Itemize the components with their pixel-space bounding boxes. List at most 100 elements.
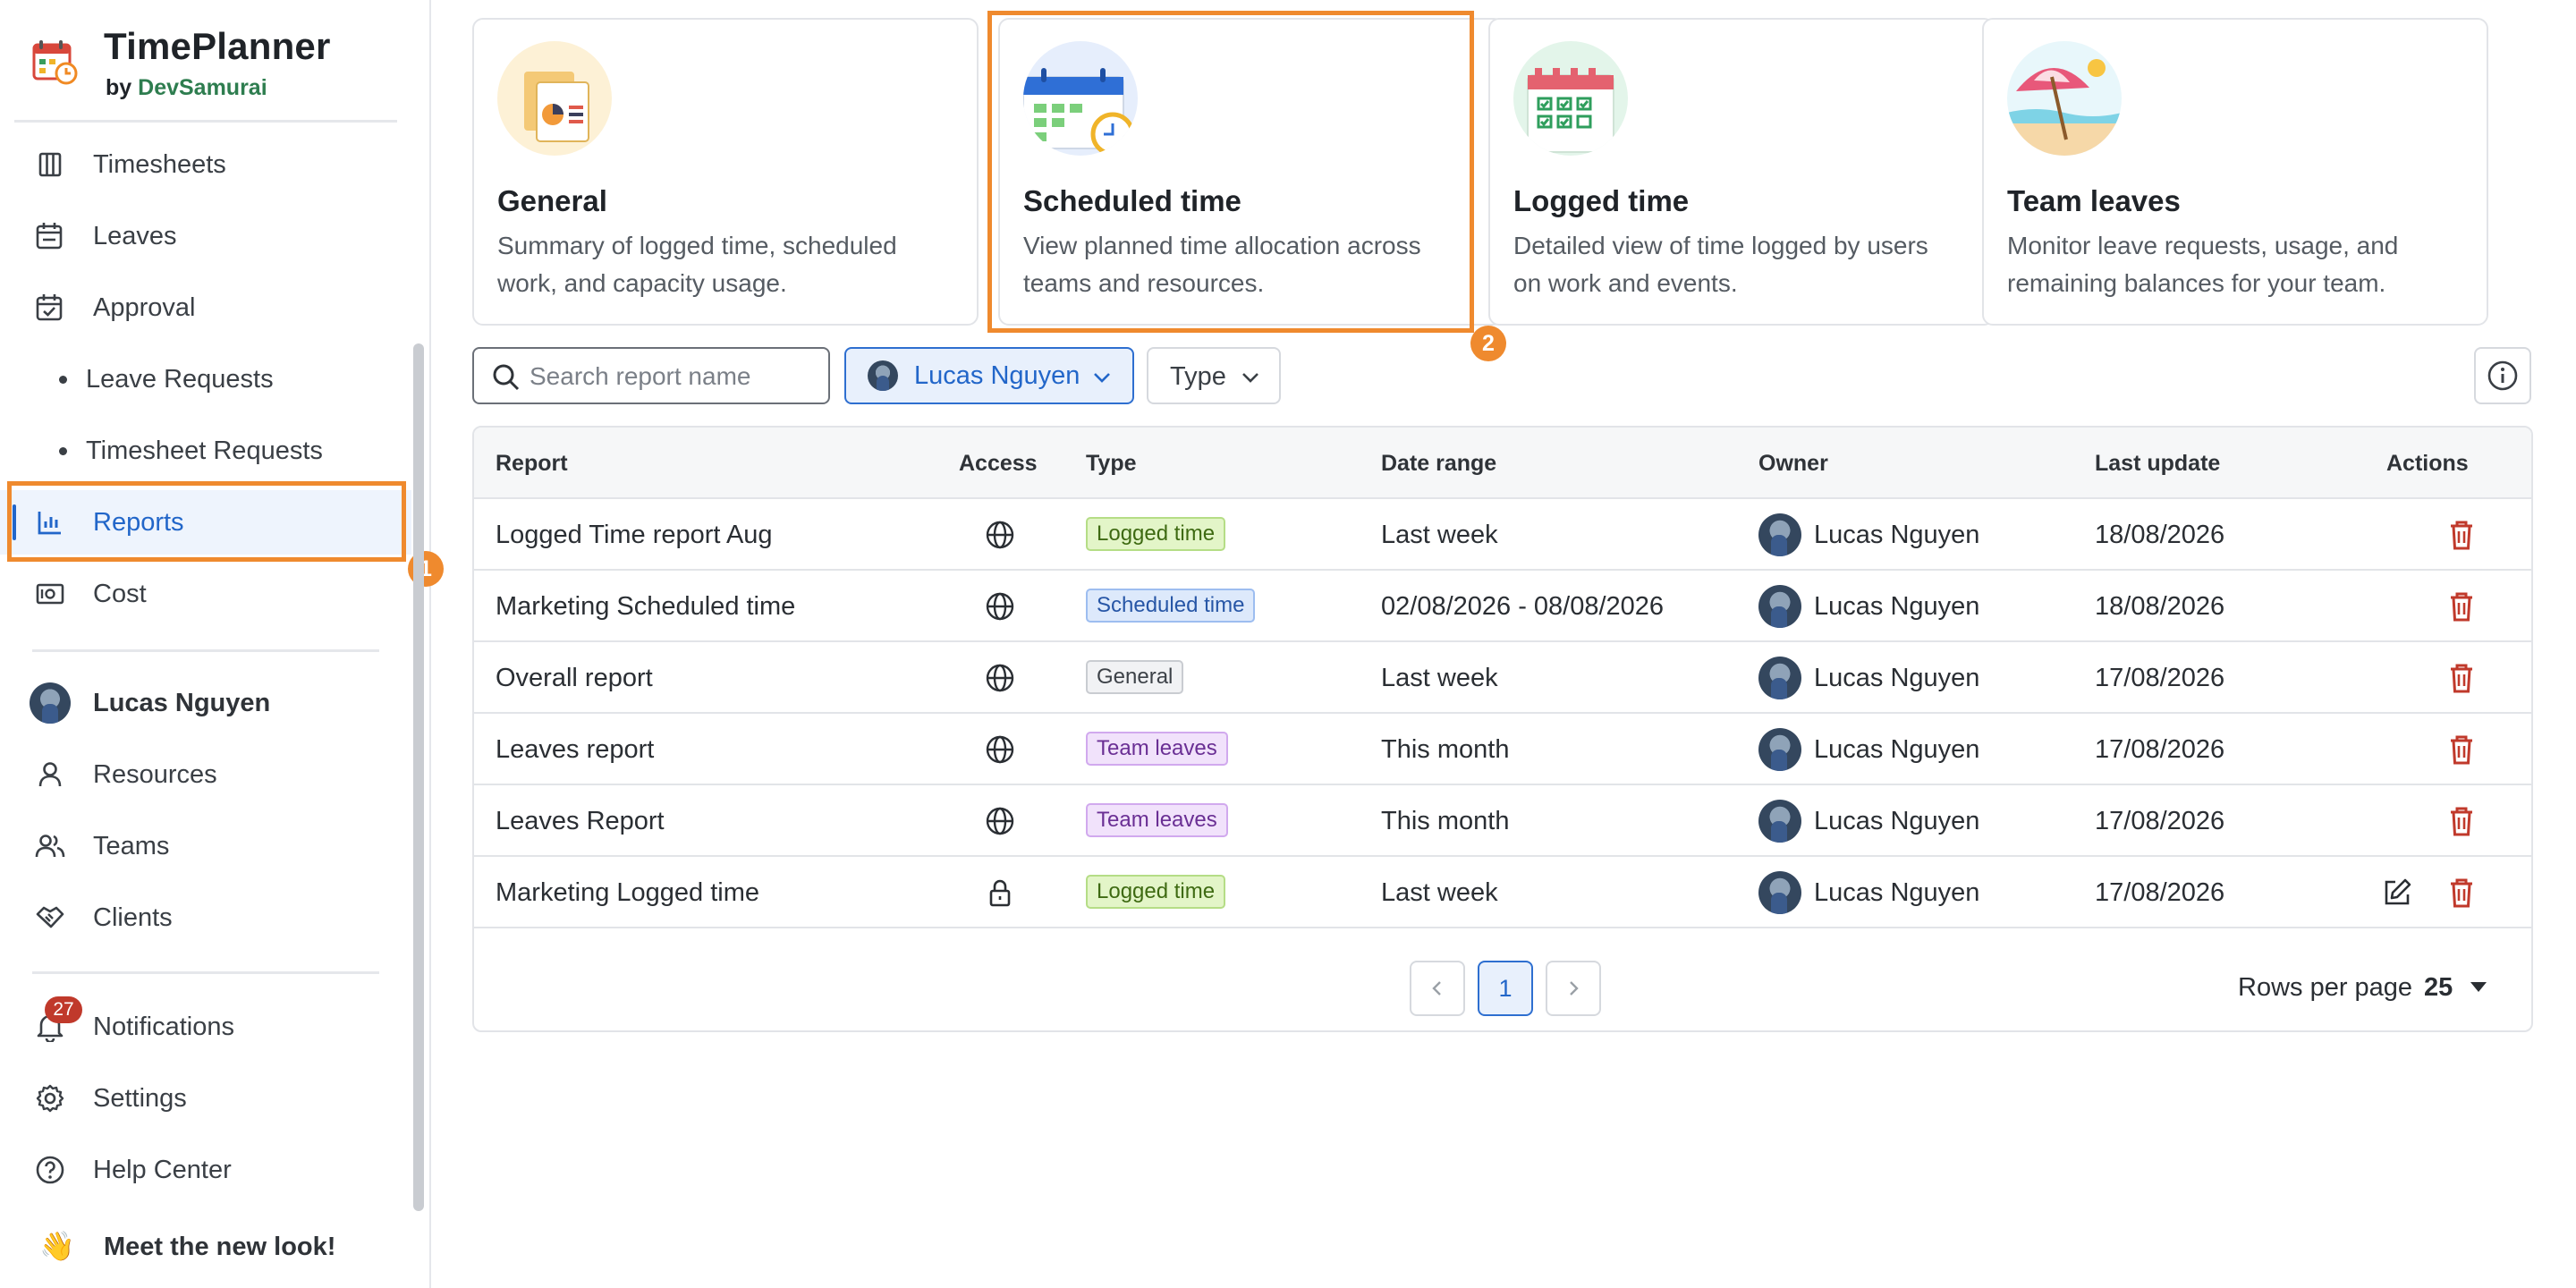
edit-icon[interactable]	[2381, 877, 2413, 909]
globe-icon	[986, 735, 1014, 764]
report-name[interactable]: Leaves Report	[496, 807, 665, 836]
sidebar-item-cost[interactable]: Cost	[0, 562, 411, 626]
date-range: Last week	[1381, 521, 1498, 549]
app-byline: by DevSamurai	[106, 75, 267, 100]
table-header: Report Access Type Date range Owner Last…	[474, 428, 2531, 499]
chevron-right-icon	[1570, 981, 1579, 996]
next-page-button[interactable]	[1546, 961, 1601, 1016]
owner: Lucas Nguyen	[1758, 657, 1979, 699]
report-name[interactable]: Marketing Scheduled time	[496, 592, 795, 622]
type-tag: Team leaves	[1086, 803, 1228, 837]
info-button[interactable]	[2474, 347, 2531, 404]
users-icon	[32, 828, 68, 864]
calendar-check-icon	[32, 290, 68, 326]
sidebar-item-clients[interactable]: Clients	[0, 886, 411, 950]
trash-icon[interactable]	[2445, 660, 2478, 696]
sidebar-item-help-center[interactable]: Help Center	[0, 1138, 411, 1202]
avatar	[1758, 585, 1801, 628]
divider	[14, 120, 397, 123]
card-general[interactable]: General Summary of logged time, schedule…	[472, 18, 979, 326]
type-tag: Logged time	[1086, 517, 1226, 551]
caret-down-icon[interactable]	[2470, 982, 2487, 992]
table-row[interactable]: Marketing Scheduled time Scheduled time …	[474, 571, 2531, 642]
avatar	[1758, 657, 1801, 699]
search-input[interactable]	[530, 360, 816, 394]
notification-count-badge: 27	[45, 996, 82, 1023]
prev-page-button[interactable]	[1410, 961, 1465, 1016]
owner: Lucas Nguyen	[1758, 800, 1979, 843]
sidebar-user[interactable]: Lucas Nguyen	[0, 671, 411, 735]
column-header-type[interactable]: Type	[1086, 451, 1137, 477]
trash-icon[interactable]	[2445, 517, 2478, 553]
owner: Lucas Nguyen	[1758, 871, 1979, 914]
search-box[interactable]	[472, 347, 830, 404]
table-row[interactable]: Leaves Report Team leaves This month Luc…	[474, 785, 2531, 857]
sidebar-item-leave-requests[interactable]: Leave Requests	[0, 347, 411, 411]
brand[interactable]: TimePlanner by DevSamurai	[30, 25, 331, 101]
last-update: 17/08/2026	[2095, 878, 2225, 907]
annotation-marker-2: 2	[1470, 326, 1506, 361]
trash-icon[interactable]	[2445, 875, 2478, 911]
app-title: TimePlanner	[104, 25, 331, 67]
banknote-icon	[32, 576, 68, 612]
meet-new-look[interactable]: 👋 Meet the new look!	[0, 1216, 411, 1279]
last-update: 18/08/2026	[2095, 592, 2225, 621]
sidebar-scrollbar[interactable]	[413, 343, 424, 1211]
timesheet-columns-icon	[32, 147, 68, 182]
page-button-current[interactable]: 1	[1478, 961, 1533, 1016]
column-header-report[interactable]: Report	[496, 451, 568, 477]
globe-icon	[986, 521, 1014, 549]
date-range: Last week	[1381, 664, 1498, 692]
column-header-actions: Actions	[2386, 451, 2469, 476]
rows-per-page-select[interactable]: 25	[2424, 973, 2453, 1003]
sidebar-item-settings[interactable]: Settings	[0, 1066, 411, 1131]
trash-icon[interactable]	[2445, 803, 2478, 839]
table-row[interactable]: Marketing Logged time Logged time Last w…	[474, 857, 2531, 928]
logged-calendar-illustration-icon	[1513, 41, 1628, 156]
lock-icon	[989, 879, 1011, 907]
trash-icon[interactable]	[2445, 589, 2478, 624]
column-header-owner[interactable]: Owner	[1758, 451, 1828, 477]
type-tag: Team leaves	[1086, 732, 1228, 766]
type-tag: Logged time	[1086, 875, 1226, 909]
table-row[interactable]: Leaves report Team leaves This month Luc…	[474, 714, 2531, 785]
chevron-left-icon	[1432, 981, 1441, 996]
report-name[interactable]: Overall report	[496, 664, 653, 693]
avatar	[1758, 871, 1801, 914]
divider	[32, 971, 379, 974]
highlight-scheduled-time	[987, 11, 1474, 333]
calendar-clock-logo-icon	[32, 40, 78, 85]
pagination: 1 Rows per page 25	[474, 928, 2531, 1030]
report-name[interactable]: Logged Time report Aug	[496, 521, 773, 550]
help-circle-icon	[32, 1152, 68, 1188]
column-header-access[interactable]: Access	[959, 451, 1038, 477]
sidebar-item-teams[interactable]: Teams	[0, 814, 411, 878]
sidebar-item-leaves[interactable]: Leaves	[0, 204, 411, 268]
type-tag: Scheduled time	[1086, 589, 1256, 623]
table-row[interactable]: Logged Time report Aug Logged time Last …	[474, 499, 2531, 571]
sidebar-item-timesheet-requests[interactable]: Timesheet Requests	[0, 419, 411, 483]
card-team-leaves[interactable]: Team leaves Monitor leave requests, usag…	[1982, 18, 2488, 326]
avatar	[1758, 513, 1801, 556]
card-logged-time[interactable]: Logged time Detailed view of time logged…	[1488, 18, 1995, 326]
owner: Lucas Nguyen	[1758, 513, 1979, 556]
card-description: Summary of logged time, scheduled work, …	[497, 232, 897, 297]
sidebar-item-timesheets[interactable]: Timesheets	[0, 132, 411, 197]
table-row[interactable]: Overall report General Last week Lucas N…	[474, 642, 2531, 714]
owner: Lucas Nguyen	[1758, 728, 1979, 771]
sidebar-item-resources[interactable]: Resources	[0, 742, 411, 807]
globe-icon	[986, 592, 1014, 621]
user-icon	[32, 757, 68, 792]
column-header-date-range[interactable]: Date range	[1381, 451, 1496, 477]
column-header-last-update[interactable]: Last update	[2095, 451, 2220, 477]
avatar	[1758, 728, 1801, 771]
type-filter-button[interactable]: Type	[1147, 347, 1281, 404]
date-range: This month	[1381, 735, 1510, 764]
report-name[interactable]: Marketing Logged time	[496, 878, 759, 908]
report-name[interactable]: Leaves report	[496, 735, 654, 765]
owner-filter-button[interactable]: Lucas Nguyen	[844, 347, 1134, 404]
last-update: 17/08/2026	[2095, 664, 2225, 692]
sidebar-item-approval[interactable]: Approval	[0, 275, 411, 340]
globe-icon	[986, 807, 1014, 835]
trash-icon[interactable]	[2445, 732, 2478, 767]
